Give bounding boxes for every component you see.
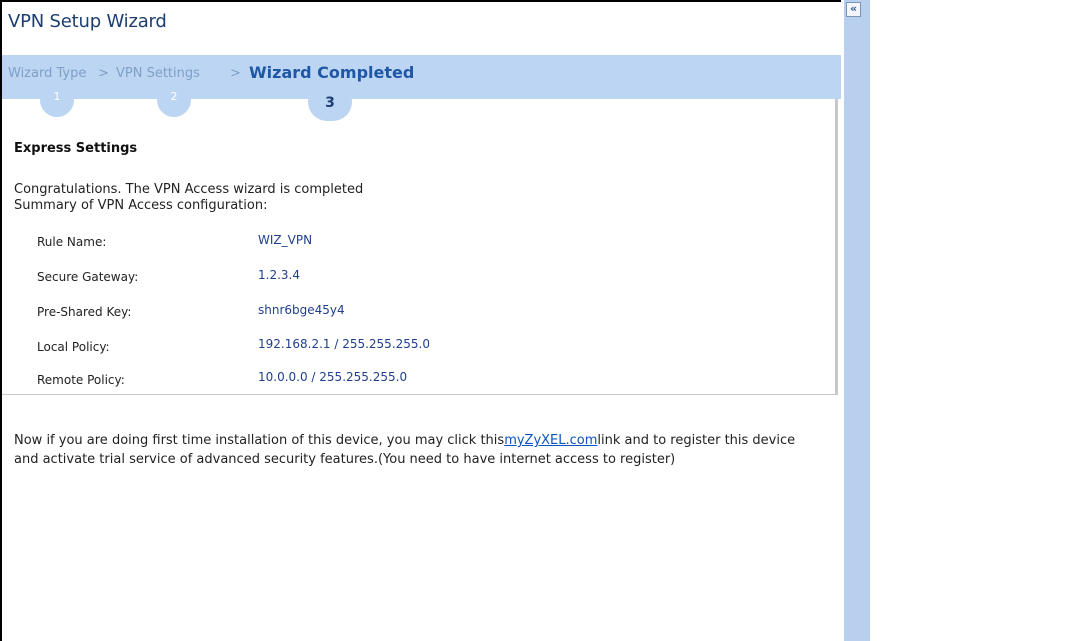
page-title: VPN Setup Wizard [8, 11, 167, 32]
registration-note: Now if you are doing first time installa… [14, 431, 814, 469]
collapse-icon[interactable]: « [846, 2, 861, 17]
chevron-right-icon: > [98, 66, 109, 81]
step-3-label: Wizard Completed [249, 63, 415, 82]
rule-name-label: Rule Name: [37, 235, 107, 249]
side-panel [844, 0, 870, 641]
pre-shared-key-value: shnr6bge45y4 [258, 303, 345, 317]
pre-shared-key-label: Pre-Shared Key: [37, 305, 132, 319]
step-1-label: Wizard Type [8, 66, 87, 81]
note-prefix: Now if you are doing first time installa… [14, 433, 505, 448]
summary-caption: Summary of VPN Access configuration: [14, 198, 268, 213]
secure-gateway-value: 1.2.3.4 [258, 268, 300, 282]
secure-gateway-label: Secure Gateway: [37, 270, 139, 284]
section-heading: Express Settings [14, 141, 138, 156]
congrats-text: Congratulations. The VPN Access wizard i… [14, 182, 364, 197]
step-2-label: VPN Settings [116, 66, 200, 81]
chevron-right-icon: > [230, 66, 241, 81]
wizard-step-bar: Wizard Type > VPN Settings > Wizard Comp… [2, 55, 841, 99]
myzyxel-link[interactable]: myZyXEL.com [504, 433, 597, 448]
local-policy-label: Local Policy: [37, 340, 110, 354]
remote-policy-label: Remote Policy: [37, 373, 125, 387]
remote-policy-value: 10.0.0.0 / 255.255.255.0 [258, 370, 408, 384]
local-policy-value: 192.168.2.1 / 255.255.255.0 [258, 337, 430, 351]
rule-name-value: WIZ_VPN [258, 233, 313, 247]
